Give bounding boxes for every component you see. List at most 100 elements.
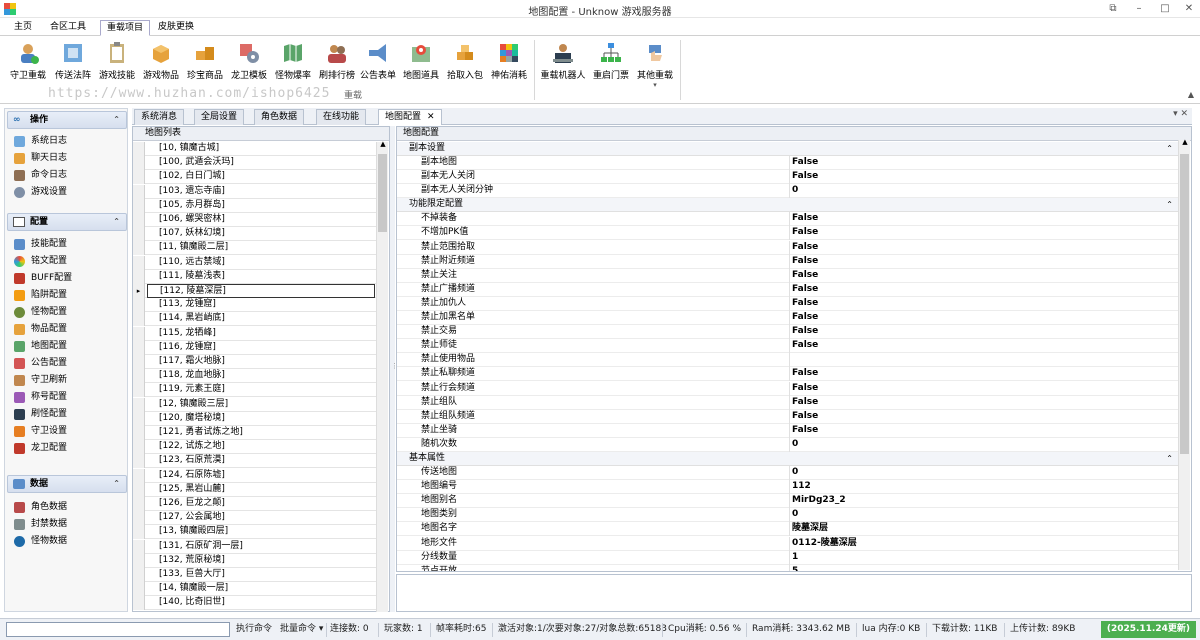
row-indicator[interactable] — [133, 255, 145, 270]
collapse-icon[interactable]: ⌃ — [113, 112, 120, 128]
map-list-row[interactable]: [11, 镇魔殿二层] — [133, 241, 377, 256]
reload-map-props-button[interactable]: 地图道具 — [400, 38, 442, 84]
property-row[interactable]: 禁止坐骑 False — [397, 423, 1179, 438]
property-row[interactable]: 禁止交易 False — [397, 325, 1179, 340]
map-list-row[interactable]: [110, 远古禁域] — [133, 255, 377, 270]
group-header-operations[interactable]: ∞ 操作 ⌃ — [7, 111, 127, 129]
property-row[interactable]: 禁止加仇人 False — [397, 296, 1179, 311]
map-name-cell[interactable]: [12, 镇魔殿三层] — [147, 398, 375, 412]
row-indicator[interactable] — [133, 440, 145, 455]
property-row[interactable]: 禁止关注 False — [397, 268, 1179, 283]
property-value[interactable]: 0 — [789, 508, 1177, 523]
tab-list-icon[interactable]: ▾ ✕ — [1173, 109, 1188, 119]
restart-tickets-button[interactable]: 重启门票 — [590, 38, 632, 84]
property-value[interactable]: False — [789, 212, 1177, 227]
map-list-row[interactable]: [100, 武遁会沃玛] — [133, 156, 377, 171]
row-indicator[interactable] — [133, 198, 145, 213]
collapse-icon[interactable]: ⌃ — [113, 214, 120, 230]
nav-item-title-config[interactable]: 称号配置 — [13, 389, 125, 406]
property-value[interactable]: 0 — [789, 466, 1177, 480]
map-name-cell[interactable]: [112, 陵墓深层] — [147, 284, 375, 298]
map-name-cell[interactable]: [110, 远古禁域] — [147, 256, 375, 270]
map-list-row[interactable]: [105, 赤月群岛] — [133, 198, 377, 213]
nav-item-role-data[interactable]: 角色数据 — [13, 499, 125, 516]
nav-item-skill-config[interactable]: 技能配置 — [13, 236, 125, 253]
property-value[interactable]: False — [789, 170, 1177, 185]
close-tab-icon[interactable]: ✕ — [427, 112, 435, 122]
row-indicator[interactable] — [133, 511, 145, 526]
row-indicator[interactable] — [133, 397, 145, 412]
row-indicator[interactable] — [133, 326, 145, 341]
map-list-row[interactable]: [102, 白日门城] — [133, 170, 377, 185]
nav-item-spawn-config[interactable]: 刷怪配置 — [13, 406, 125, 423]
property-row[interactable]: 分线数量 1 — [397, 550, 1179, 565]
map-name-cell[interactable]: [123, 石原荒漠] — [147, 454, 375, 468]
property-value[interactable]: 0112-陵墓深层 — [789, 536, 1177, 551]
property-value[interactable]: False — [789, 325, 1177, 340]
property-value[interactable]: 0 — [789, 437, 1177, 452]
other-reload-button[interactable]: 其他重载 ▾ — [634, 38, 676, 89]
property-row[interactable]: 地图类别 0 — [397, 508, 1179, 523]
reload-guard-button[interactable]: 守卫重载 — [6, 38, 50, 84]
map-list-row[interactable]: [131, 石原矿洞一层] — [133, 539, 377, 554]
property-value[interactable]: MirDg23_2 — [789, 494, 1177, 509]
row-indicator[interactable] — [133, 411, 145, 426]
property-value[interactable]: False — [789, 339, 1177, 354]
map-list-row[interactable]: [140, 比奇旧世] — [133, 596, 377, 611]
reload-skills-button[interactable]: 游戏技能 — [96, 38, 138, 84]
property-value[interactable]: 1 — [789, 550, 1177, 565]
row-indicator[interactable] — [133, 312, 145, 327]
property-row[interactable]: 地形文件 0112-陵墓深层 — [397, 536, 1179, 551]
ribbon-collapse-icon[interactable]: ▲ — [1188, 90, 1194, 99]
nav-item-guard-settings[interactable]: 守卫设置 — [13, 423, 125, 440]
row-indicator[interactable] — [133, 596, 145, 611]
map-name-cell[interactable]: [132, 荒原秘境] — [147, 554, 375, 568]
map-name-cell[interactable]: [117, 霜火地脉] — [147, 355, 375, 369]
reload-drop-rate-button[interactable]: 怪物爆率 — [272, 38, 314, 84]
map-name-cell[interactable]: [116, 龙锺窟] — [147, 341, 375, 355]
reload-robot-button[interactable]: 重载机器人 — [538, 38, 588, 84]
property-row[interactable]: 禁止师徒 False — [397, 339, 1179, 354]
map-list-row[interactable]: [12, 镇魔殿三层] — [133, 397, 377, 412]
property-row[interactable]: 不增加PK值 False — [397, 226, 1179, 241]
property-row[interactable]: 地图名字 陵墓深层 — [397, 522, 1179, 537]
map-name-cell[interactable]: [127, 公会属地] — [147, 511, 375, 525]
nav-item-command-log[interactable]: 命令日志 — [13, 167, 125, 184]
row-indicator[interactable] — [133, 241, 145, 256]
map-name-cell[interactable]: [124, 石原陈墟] — [147, 469, 375, 483]
map-list-row[interactable]: [111, 陵墓浅表] — [133, 269, 377, 284]
restore-icon[interactable]: ⧉ — [1104, 2, 1122, 16]
nav-item-monster-config[interactable]: 怪物配置 — [13, 304, 125, 321]
property-scrollbar[interactable]: ▲ — [1178, 138, 1190, 570]
tab-home[interactable]: 主页 — [8, 20, 38, 36]
row-indicator[interactable] — [133, 184, 145, 199]
collapse-icon[interactable]: ⌃ — [1166, 142, 1173, 155]
map-list-row[interactable]: [13, 镇魔殿四层] — [133, 525, 377, 540]
row-indicator[interactable] — [133, 454, 145, 469]
reload-teleport-button[interactable]: 传送法阵 — [52, 38, 94, 84]
property-row[interactable]: 禁止附近频道 False — [397, 254, 1179, 269]
property-row[interactable]: 传送地图 0 — [397, 466, 1179, 480]
row-indicator[interactable] — [133, 142, 145, 156]
row-indicator[interactable] — [133, 383, 145, 398]
property-value[interactable]: False — [789, 381, 1177, 396]
property-value[interactable]: 112 — [789, 480, 1177, 495]
row-indicator[interactable] — [133, 539, 145, 554]
map-name-cell[interactable]: [125, 黑岩山麓] — [147, 483, 375, 497]
map-name-cell[interactable]: [14, 镇魔殿一层] — [147, 582, 375, 596]
map-name-cell[interactable]: [107, 妖林幻境] — [147, 227, 375, 241]
property-row[interactable]: 随机次数 0 — [397, 437, 1179, 452]
map-name-cell[interactable]: [10, 镇魔古城] — [147, 142, 375, 156]
group-header-config[interactable]: 配置 ⌃ — [7, 213, 127, 231]
map-list-row[interactable]: [124, 石原陈墟] — [133, 468, 377, 483]
row-indicator[interactable] — [133, 468, 145, 483]
map-list-row[interactable]: [106, 螺哭密林] — [133, 213, 377, 227]
group-header-data[interactable]: 数据 ⌃ — [7, 475, 127, 493]
map-list-row[interactable]: [142, 边界村] — [133, 610, 377, 611]
row-indicator[interactable] — [133, 213, 145, 227]
map-name-cell[interactable]: [114, 黑岩峭底] — [147, 312, 375, 326]
map-name-cell[interactable]: [102, 白日门城] — [147, 170, 375, 184]
map-list-row[interactable]: [118, 龙血地脉] — [133, 369, 377, 384]
tab-role-data[interactable]: 角色数据 — [254, 109, 305, 125]
map-list-scrollbar[interactable]: ▲ — [376, 140, 388, 612]
